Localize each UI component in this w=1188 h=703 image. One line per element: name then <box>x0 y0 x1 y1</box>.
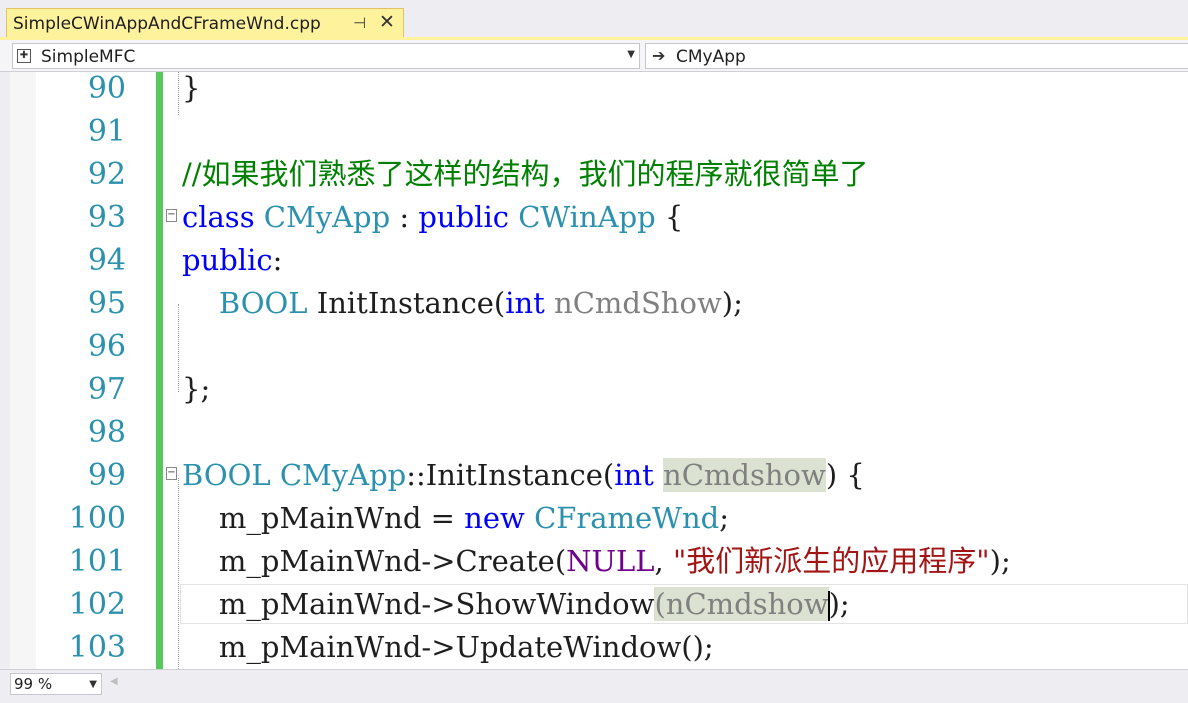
code-line-92: 92 //如果我们熟悉了这样的结构，我们的程序就很简单了 <box>0 153 1188 196</box>
pin-icon[interactable]: ⊣ <box>353 14 366 32</box>
code-line-100: 100 m_pMainWnd = new CFrameWnd; <box>0 497 1188 540</box>
code-line-93: 93 − class CMyApp : public CWinApp { <box>0 196 1188 239</box>
highlighted-reference: nCmdshow <box>663 458 826 492</box>
line-number: 91 <box>87 114 126 149</box>
scope-name: CMyApp <box>676 47 746 67</box>
code-editor[interactable]: 90 } 91 92 //如果我们熟悉了这样的结构，我们的程序就很简单了 93 … <box>0 72 1188 669</box>
code-line-103: 103 m_pMainWnd->UpdateWindow(); <box>0 626 1188 669</box>
code-line-101: 101 m_pMainWnd->Create(NULL, "我们新派生的应用程序… <box>0 540 1188 583</box>
code-text: } <box>182 72 201 105</box>
project-icon: ✚ <box>17 49 31 63</box>
line-number: 96 <box>87 329 126 364</box>
highlighted-reference: nCmdshow <box>665 587 829 621</box>
close-icon[interactable]: ✕ <box>379 11 395 33</box>
line-number: 103 <box>68 630 126 665</box>
zoom-level: 99 % <box>14 675 53 693</box>
scope-dropdown[interactable]: ➔ CMyApp <box>645 43 1188 69</box>
code-text: }; <box>182 372 211 406</box>
scroll-left-icon[interactable]: ◀ <box>110 676 118 687</box>
code-line-94: 94 public: <box>0 239 1188 282</box>
line-number: 94 <box>87 243 126 278</box>
line-number: 92 <box>87 157 126 192</box>
code-line-90: 90 } <box>0 72 1188 110</box>
code-text: class CMyApp : public CWinApp { <box>182 200 684 234</box>
code-text: BOOL InitInstance(int nCmdShow); <box>218 286 743 320</box>
code-text: m_pMainWnd->Create(NULL, "我们新派生的应用程序"); <box>218 544 1011 578</box>
code-text: m_pMainWnd->ShowWindow(nCmdshow); <box>218 587 850 621</box>
code-line-97: 97 }; <box>0 368 1188 411</box>
line-number: 100 <box>68 501 126 536</box>
code-line-96: 96 <box>0 325 1188 368</box>
code-text: m_pMainWnd = new CFrameWnd; <box>218 501 730 535</box>
line-number: 102 <box>68 587 126 622</box>
chevron-down-icon[interactable]: ▼ <box>89 679 97 690</box>
line-number: 97 <box>87 372 126 407</box>
project-name: SimpleMFC <box>41 47 136 67</box>
document-tab-strip: SimpleCWinAppAndCFrameWnd.cpp ⊣ ✕ <box>0 0 1188 40</box>
collapse-icon[interactable]: − <box>166 209 177 222</box>
comment-text: //如果我们熟悉了这样的结构，我们的程序就很简单了 <box>182 157 869 191</box>
code-line-91: 91 <box>0 110 1188 153</box>
code-text: BOOL CMyApp::InitInstance(int nCmdshow) … <box>182 458 865 492</box>
code-line-99: 99 − BOOL CMyApp::InitInstance(int nCmds… <box>0 454 1188 497</box>
line-number: 93 <box>87 200 126 235</box>
navigation-bar: ✚ SimpleMFC ▼ ➔ CMyApp <box>0 40 1188 72</box>
code-text: public: <box>182 243 283 277</box>
tab-title: SimpleCWinAppAndCFrameWnd.cpp <box>13 14 321 34</box>
arrow-right-icon: ➔ <box>652 46 666 65</box>
line-number: 90 <box>87 72 126 106</box>
code-line-95: 95 BOOL InitInstance(int nCmdShow); <box>0 282 1188 325</box>
line-number: 101 <box>68 544 126 579</box>
brace-match: ( <box>654 587 666 621</box>
line-number: 98 <box>87 415 126 450</box>
chevron-down-icon[interactable]: ▼ <box>627 49 635 60</box>
project-dropdown[interactable]: ✚ SimpleMFC ▼ <box>12 43 640 69</box>
code-line-98: 98 <box>0 411 1188 454</box>
editor-status-bar: 99 % ▼ ◀ <box>0 669 1188 703</box>
line-number: 95 <box>87 286 126 321</box>
code-line-102: 102 m_pMainWnd->ShowWindow(nCmdshow); <box>0 583 1188 626</box>
code-text: m_pMainWnd->UpdateWindow(); <box>218 630 714 664</box>
document-tab[interactable]: SimpleCWinAppAndCFrameWnd.cpp ⊣ ✕ <box>6 8 404 39</box>
collapse-icon[interactable]: − <box>166 467 177 480</box>
zoom-dropdown[interactable]: 99 % ▼ <box>10 673 102 695</box>
line-number: 99 <box>87 458 126 493</box>
